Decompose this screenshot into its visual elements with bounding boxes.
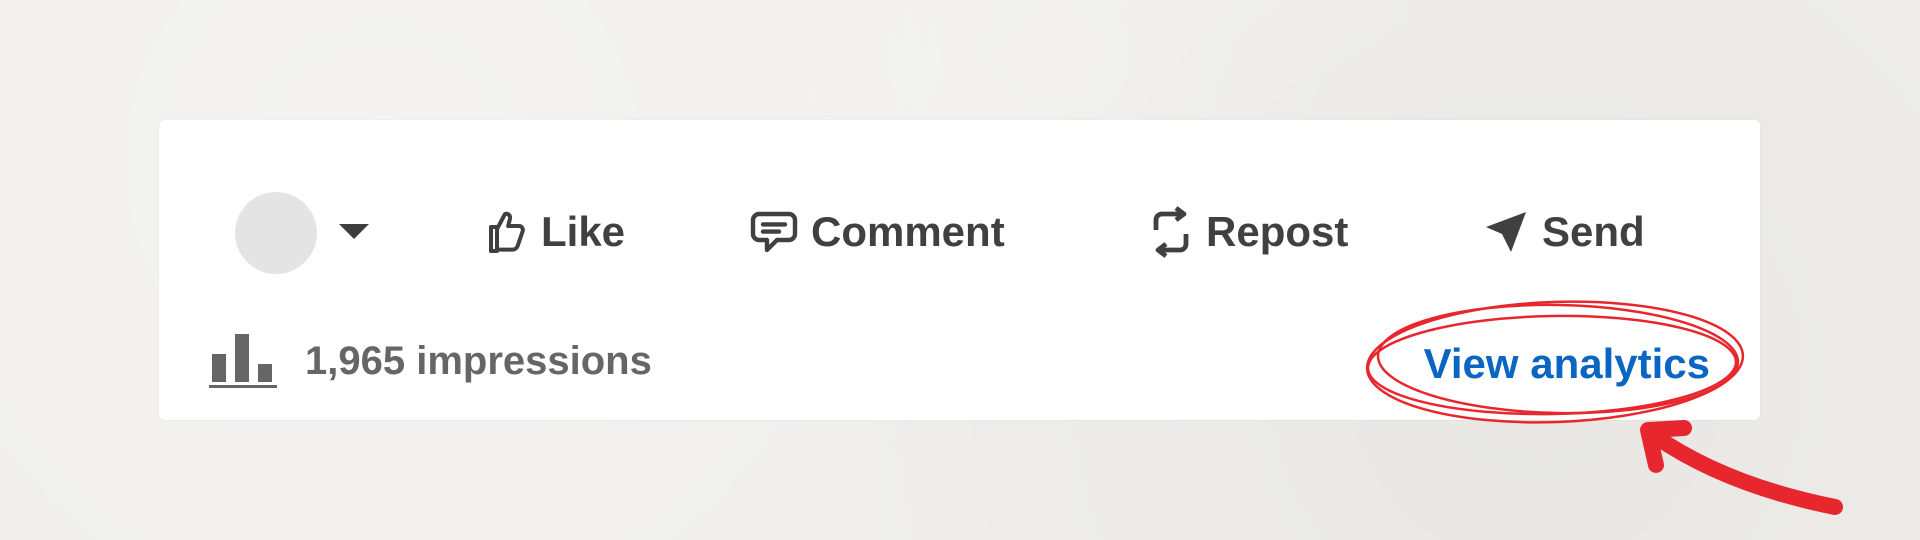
like-button[interactable]: Like [481, 200, 625, 264]
paper-plane-icon [1486, 212, 1526, 252]
thumbs-up-icon [489, 211, 525, 253]
reaction-avatar[interactable] [235, 192, 317, 274]
send-label: Send [1542, 208, 1645, 255]
repost-label: Repost [1206, 208, 1349, 255]
comment-button[interactable]: Comment [749, 200, 1005, 264]
view-analytics-link[interactable]: View analytics [1424, 340, 1710, 388]
post-stats-row: 1,965 impressions View analytics [159, 320, 1760, 400]
impressions-count: 1,965 impressions [209, 332, 652, 390]
caret-down-icon[interactable] [339, 224, 369, 239]
repost-arrows-icon [1153, 206, 1189, 258]
post-social-card: Like Comment Repost Send 1,965 impressio… [159, 120, 1760, 420]
speech-bubble-icon [750, 211, 798, 253]
impressions-text: 1,965 impressions [305, 338, 652, 383]
comment-label: Comment [811, 208, 1005, 255]
bar-chart-icon [209, 334, 277, 388]
like-label: Like [541, 208, 626, 255]
repost-button[interactable]: Repost [1148, 200, 1348, 264]
send-button[interactable]: Send [1482, 200, 1645, 264]
post-action-bar: Like Comment Repost Send [159, 170, 1760, 280]
